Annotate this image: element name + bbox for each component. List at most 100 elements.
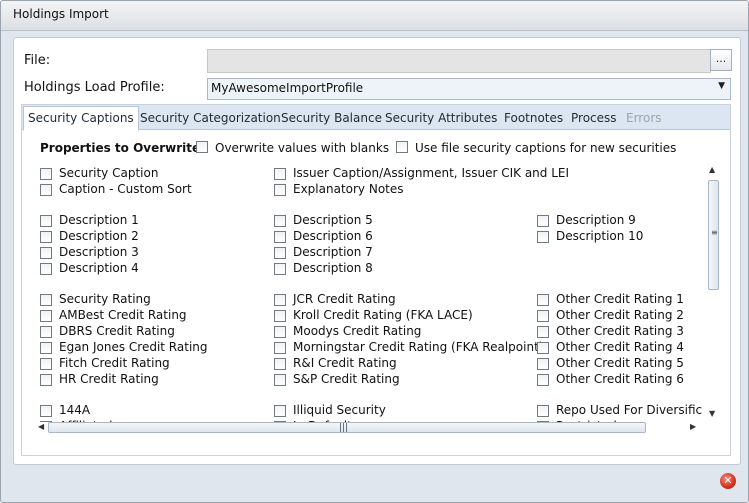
caption-checkbox[interactable]	[40, 405, 52, 417]
caption-checkbox[interactable]	[274, 358, 286, 370]
caption-checkbox-label: Issuer Caption/Assignment, Issuer CIK an…	[293, 166, 570, 180]
scroll-down-arrow-icon[interactable]: ▼	[709, 409, 715, 418]
caption-checkbox[interactable]	[274, 405, 286, 417]
caption-checkbox-label: Description 10	[556, 229, 644, 243]
caption-checkbox-label: Other Credit Rating 2	[556, 308, 684, 322]
scroll-right-arrow-icon[interactable]: ▶	[690, 422, 696, 431]
horizontal-scrollbar[interactable]: ◀ ||| ▶	[38, 422, 700, 433]
caption-checkbox-label: Description 4	[59, 261, 139, 275]
caption-checkbox-label: Fitch Credit Rating	[59, 356, 170, 370]
captions-checkbox-list[interactable]: Security Caption Issuer Caption/Assignmen…	[22, 164, 702, 422]
security-captions-content: Properties to Overwrite Overwrite values…	[22, 129, 730, 455]
file-label: File:	[24, 53, 51, 68]
grip-icon: ≡	[711, 228, 718, 237]
overwrite-blanks-checkbox[interactable]	[196, 141, 208, 153]
caption-checkbox-label: Description 5	[293, 213, 373, 227]
caption-checkbox-label: Other Credit Rating 5	[556, 356, 684, 370]
caption-checkbox[interactable]	[274, 294, 286, 306]
profile-value: MyAwesomeImportProfile	[211, 81, 364, 95]
caption-checkbox-label: Other Credit Rating 4	[556, 340, 684, 354]
vertical-scroll-thumb[interactable]: ≡	[708, 180, 719, 290]
caption-checkbox[interactable]	[274, 326, 286, 338]
caption-checkbox[interactable]	[40, 374, 52, 386]
caption-checkbox[interactable]	[537, 374, 549, 386]
tab-security-attributes[interactable]: Security Attributes	[385, 108, 497, 128]
caption-checkbox[interactable]	[40, 168, 52, 180]
caption-checkbox-label: Illiquid Security	[293, 403, 386, 417]
tab-security-captions[interactable]: Security Captions	[23, 106, 139, 131]
use-file-captions-checkbox[interactable]	[396, 141, 408, 153]
caption-checkbox[interactable]	[537, 358, 549, 370]
profile-label: Holdings Load Profile:	[24, 80, 165, 95]
caption-checkbox-label: Description 7	[293, 245, 373, 259]
caption-checkbox[interactable]	[40, 358, 52, 370]
use-file-captions-label: Use file security captions for new secur…	[415, 141, 677, 155]
tab-process[interactable]: Process	[571, 108, 617, 128]
tab-errors: Errors	[626, 111, 662, 125]
caption-checkbox-label: Morningstar Credit Rating (FKA Realpoint…	[293, 340, 544, 354]
caption-checkbox[interactable]	[537, 405, 549, 417]
caption-checkbox[interactable]	[40, 231, 52, 243]
caption-checkbox-label: Description 9	[556, 213, 636, 227]
caption-checkbox[interactable]	[274, 168, 286, 180]
chevron-down-icon: ▼	[718, 81, 725, 91]
caption-checkbox[interactable]	[40, 342, 52, 354]
caption-checkbox[interactable]	[274, 215, 286, 227]
caption-checkbox[interactable]	[537, 310, 549, 322]
caption-checkbox[interactable]	[274, 342, 286, 354]
caption-checkbox[interactable]	[537, 231, 549, 243]
caption-checkbox-label: Description 2	[59, 229, 139, 243]
caption-checkbox[interactable]	[40, 263, 52, 275]
caption-checkbox[interactable]	[274, 263, 286, 275]
caption-checkbox[interactable]	[274, 374, 286, 386]
tab-security-categorization[interactable]: Security Categorization	[140, 108, 281, 128]
caption-checkbox-label: JCR Credit Rating	[293, 292, 396, 306]
caption-checkbox[interactable]	[40, 310, 52, 322]
caption-checkbox[interactable]	[40, 326, 52, 338]
caption-checkbox-label: Security Caption	[59, 166, 159, 180]
caption-checkbox[interactable]	[40, 247, 52, 259]
horizontal-scroll-thumb[interactable]: |||	[48, 422, 646, 433]
caption-checkbox-label: 144A	[59, 403, 91, 417]
caption-checkbox-label: Repo Used For Diversifica	[556, 403, 702, 417]
caption-checkbox[interactable]	[274, 247, 286, 259]
caption-checkbox-label: AMBest Credit Rating	[59, 308, 187, 322]
tab-strip: Security Captions Security Categorizatio…	[22, 105, 730, 131]
overwrite-blanks-label: Overwrite values with blanks	[215, 141, 390, 155]
title-bar[interactable]: Holdings Import	[1, 1, 748, 31]
dialog-body: File: ... Holdings Load Profile: MyAweso…	[13, 37, 741, 465]
close-icon[interactable]: ✕	[720, 473, 736, 489]
caption-checkbox-label: Kroll Credit Rating (FKA LACE)	[293, 308, 473, 322]
holdings-load-profile-select[interactable]: MyAwesomeImportProfile ▼	[207, 78, 731, 100]
scroll-left-arrow-icon[interactable]: ◀	[38, 422, 44, 431]
caption-checkbox-label: S&P Credit Rating	[293, 372, 400, 386]
caption-checkbox-label: DBRS Credit Rating	[59, 324, 175, 338]
vertical-scrollbar[interactable]: ▲ ≡ ▼	[708, 165, 719, 421]
caption-checkbox-label: HR Credit Rating	[59, 372, 159, 386]
caption-checkbox-label: Description 3	[59, 245, 139, 259]
caption-checkbox[interactable]	[40, 215, 52, 227]
holdings-import-window: Holdings Import File: ... Holdings Load …	[0, 0, 749, 503]
caption-checkbox[interactable]	[274, 231, 286, 243]
file-path-input[interactable]	[207, 49, 711, 73]
grip-icon: |||	[339, 423, 349, 433]
caption-checkbox[interactable]	[537, 326, 549, 338]
window-title: Holdings Import	[13, 7, 109, 21]
caption-checkbox[interactable]	[537, 342, 549, 354]
caption-checkbox[interactable]	[537, 294, 549, 306]
caption-checkbox[interactable]	[537, 215, 549, 227]
caption-checkbox-label: Other Credit Rating 1	[556, 292, 684, 306]
caption-checkbox-label: Caption - Custom Sort	[59, 182, 192, 196]
caption-checkbox-label: Description 6	[293, 229, 373, 243]
scroll-up-arrow-icon[interactable]: ▲	[709, 165, 715, 174]
properties-header: Properties to Overwrite	[40, 141, 201, 155]
caption-checkbox[interactable]	[274, 184, 286, 196]
caption-checkbox[interactable]	[274, 310, 286, 322]
caption-checkbox-label: Egan Jones Credit Rating	[59, 340, 208, 354]
caption-checkbox[interactable]	[40, 294, 52, 306]
tab-security-balance[interactable]: Security Balance	[281, 108, 382, 128]
caption-checkbox-label: Security Rating	[59, 292, 151, 306]
browse-file-button[interactable]: ...	[710, 49, 732, 71]
tab-footnotes[interactable]: Footnotes	[504, 108, 563, 128]
caption-checkbox[interactable]	[40, 184, 52, 196]
